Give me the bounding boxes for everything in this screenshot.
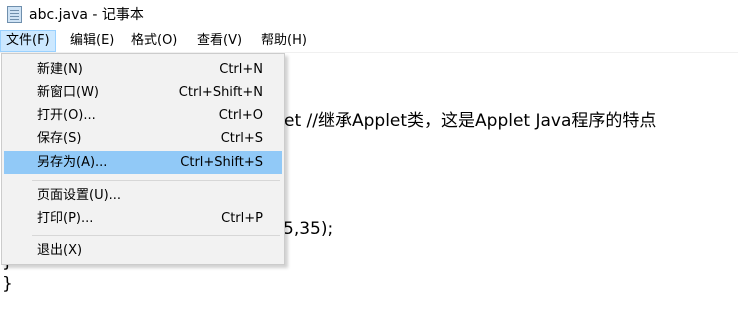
menu-item-page-setup[interactable]: 页面设置(U)... (4, 184, 282, 207)
menu-item-label: 打开(O)... (37, 108, 96, 123)
menu-item-new[interactable]: 新建(N) Ctrl+N (4, 58, 282, 81)
menu-item-shortcut: Ctrl+S (220, 131, 263, 146)
code-fragment: et //继承Applet类，这是Applet Java程序的特点 (284, 111, 657, 131)
menu-help[interactable]: 帮助(H) (256, 30, 312, 52)
menu-item-print[interactable]: 打印(P)... Ctrl+P (4, 207, 282, 230)
menu-item-shortcut: Ctrl+Shift+S (180, 155, 263, 170)
menu-item-label: 新建(N) (37, 62, 83, 77)
menu-view[interactable]: 查看(V) (192, 30, 247, 52)
menu-item-save[interactable]: 保存(S) Ctrl+S (4, 127, 282, 150)
menu-item-new-window[interactable]: 新窗口(W) Ctrl+Shift+N (4, 81, 282, 104)
menu-item-save-as[interactable]: 另存为(A)... Ctrl+Shift+S (4, 151, 282, 174)
menu-format[interactable]: 格式(O) (126, 30, 182, 52)
file-menu-dropdown: 新建(N) Ctrl+N 新窗口(W) Ctrl+Shift+N 打开(O)..… (1, 53, 285, 265)
menu-bar: 文件(F) 编辑(E) 格式(O) 查看(V) 帮助(H) (0, 30, 738, 53)
code-fragment: 5,35); (283, 219, 334, 239)
menu-item-label: 打印(P)... (37, 211, 94, 226)
menu-item-label: 另存为(A)... (37, 155, 108, 170)
menu-item-label: 新窗口(W) (37, 85, 99, 100)
title-bar: abc.java - 记事本 (0, 0, 738, 30)
menu-item-exit[interactable]: 退出(X) (4, 239, 282, 262)
menu-separator (32, 235, 280, 236)
menu-item-shortcut: Ctrl+O (218, 108, 263, 123)
menu-item-label: 页面设置(U)... (37, 188, 122, 203)
menu-separator (32, 180, 280, 181)
menu-edit[interactable]: 编辑(E) (65, 30, 119, 52)
notepad-icon (7, 6, 22, 23)
menu-item-shortcut: Ctrl+Shift+N (178, 85, 263, 100)
menu-item-shortcut: Ctrl+N (219, 62, 263, 77)
menu-item-open[interactable]: 打开(O)... Ctrl+O (4, 104, 282, 127)
window-title: abc.java - 记事本 (29, 7, 144, 23)
menu-file[interactable]: 文件(F) (0, 30, 56, 52)
menu-item-label: 退出(X) (37, 243, 83, 258)
menu-item-shortcut: Ctrl+P (221, 211, 263, 226)
code-fragment: } (2, 274, 13, 294)
menu-item-label: 保存(S) (37, 131, 82, 146)
